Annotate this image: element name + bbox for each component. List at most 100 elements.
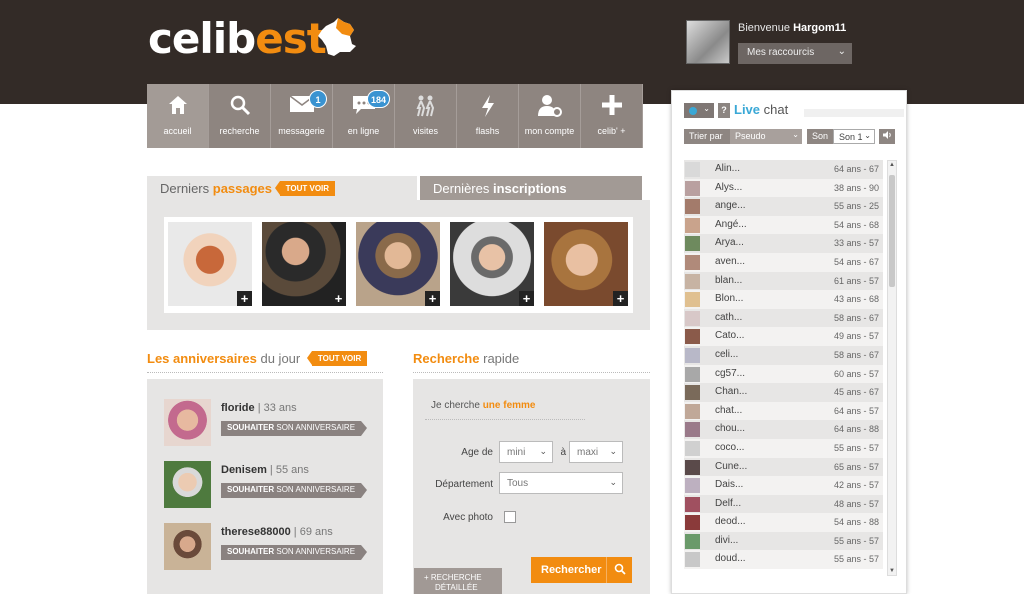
sort-by-select[interactable]: Pseudo ⌄ [730, 129, 802, 144]
avatar[interactable] [685, 403, 700, 419]
avatar[interactable] [685, 254, 700, 270]
scroll-up-icon[interactable]: ▲ [889, 162, 895, 168]
tab-dernieres-inscriptions[interactable]: Dernières inscriptions [420, 176, 642, 200]
birthday-name[interactable]: Denisem [221, 464, 267, 476]
birthday-name[interactable]: therese88000 [221, 526, 291, 538]
avatar[interactable] [685, 385, 700, 401]
avatar[interactable] [685, 180, 700, 196]
see-all-birthdays-button[interactable]: TOUT VOIR [306, 351, 368, 366]
chat-user-row[interactable]: Cune... 65 ans - 57 [684, 457, 883, 477]
avatar[interactable] [685, 422, 700, 438]
avatar[interactable] [685, 496, 700, 512]
nav-item-messagerie[interactable]: 1 messagerie [271, 84, 333, 148]
search-button[interactable]: Rechercher [531, 557, 632, 583]
chat-help-button[interactable]: ? [718, 103, 730, 118]
username[interactable]: Hargom11 [793, 22, 846, 34]
wish-birthday-button[interactable]: SOUHAITER SON ANNIVERSAIRE [221, 421, 368, 436]
profile-photo[interactable]: + [450, 222, 534, 306]
avatar[interactable] [685, 273, 700, 289]
chat-list-scrollbar[interactable]: ▲ ▼ [887, 160, 897, 576]
avatar[interactable] [164, 523, 211, 570]
add-plus-icon[interactable]: + [425, 291, 440, 306]
avatar[interactable] [685, 199, 700, 215]
nav-item-visites[interactable]: visites [395, 84, 457, 148]
chat-user-row[interactable]: doud... 55 ans - 57 [684, 550, 883, 570]
online-users-list: Alin... 64 ans - 67 Alys... 38 ans - 90 ange… [684, 160, 883, 576]
chat-user-row[interactable]: Arya... 33 ans - 57 [684, 234, 883, 253]
avatar[interactable] [685, 515, 700, 531]
chat-user-row[interactable]: coco... 55 ans - 57 [684, 438, 883, 458]
chat-user-row[interactable]: Delf... 48 ans - 57 [684, 494, 883, 514]
chat-user-row[interactable]: chou... 64 ans - 88 [684, 420, 883, 439]
department-select[interactable]: Tous ⌄ [499, 472, 623, 494]
chat-user-row[interactable]: Alys... 38 ans - 90 [684, 178, 883, 198]
see-all-passages-button[interactable]: TOUT VOIR [274, 181, 336, 196]
add-plus-icon[interactable]: + [331, 291, 346, 306]
avatar[interactable] [685, 329, 700, 345]
avatar[interactable] [685, 366, 700, 382]
chat-user-row[interactable]: cath... 58 ans - 67 [684, 308, 883, 328]
avatar[interactable] [685, 533, 700, 549]
birthday-name[interactable]: floride [221, 402, 255, 414]
chat-user-row[interactable]: Chan... 45 ans - 67 [684, 383, 883, 402]
profile-photo[interactable]: + [356, 222, 440, 306]
chat-user-row[interactable]: Dais... 42 ans - 57 [684, 476, 883, 495]
add-plus-icon[interactable]: + [519, 291, 534, 306]
avatar[interactable] [685, 236, 700, 252]
avatar[interactable] [685, 440, 700, 456]
nav-item-recherche[interactable]: recherche [209, 84, 271, 148]
nav-item-en-ligne[interactable]: 184 en ligne [333, 84, 395, 148]
user-avatar[interactable] [686, 20, 730, 64]
wish-birthday-button[interactable]: SOUHAITER SON ANNIVERSAIRE [221, 483, 368, 498]
age-max-select[interactable]: maxi ⌄ [569, 441, 623, 463]
avatar[interactable] [685, 552, 700, 568]
add-plus-icon[interactable]: + [237, 291, 252, 306]
chat-user-row[interactable]: deod... 54 ans - 88 [684, 513, 883, 532]
scrollbar-thumb[interactable] [889, 175, 895, 287]
tab-derniers-passages[interactable]: Derniers passages TOUT VOIR [147, 176, 417, 200]
chat-user-row[interactable]: Angé... 54 ans - 68 [684, 215, 883, 235]
chat-status-dropdown[interactable]: ⌄ [684, 103, 714, 118]
chat-user-row[interactable]: cg57... 60 ans - 57 [684, 364, 883, 384]
avatar[interactable] [685, 459, 700, 475]
looking-for[interactable]: Je cherche une femme [431, 400, 536, 411]
nav-item-flashs[interactable]: flashs [457, 84, 519, 148]
chat-user-row[interactable]: blan... 61 ans - 57 [684, 271, 883, 291]
chat-user-row[interactable]: ange... 55 ans - 25 [684, 197, 883, 216]
avatar[interactable] [685, 478, 700, 494]
nav-item-celib-plus[interactable]: celib' + [581, 84, 643, 148]
avatar[interactable] [685, 162, 700, 177]
with-photo-checkbox[interactable] [504, 511, 516, 523]
avatar[interactable] [164, 461, 211, 508]
add-plus-icon[interactable]: + [613, 291, 628, 306]
wish-birthday-button[interactable]: SOUHAITER SON ANNIVERSAIRE [221, 545, 368, 560]
avatar[interactable] [685, 347, 700, 363]
chat-user-row[interactable]: aven... 54 ans - 67 [684, 252, 883, 272]
avatar[interactable] [164, 399, 211, 446]
detailed-search-button[interactable]: + RECHERCHE DÉTAILLÉE [414, 568, 502, 594]
chat-user-row[interactable]: Alin... 64 ans - 67 [684, 160, 883, 179]
profile-photo[interactable]: + [262, 222, 346, 306]
profile-photo[interactable]: + [168, 222, 252, 306]
avatar[interactable] [685, 292, 700, 308]
avatar[interactable] [685, 217, 700, 233]
shortcuts-dropdown[interactable]: Mes raccourcis ⌄ [738, 43, 852, 64]
nav-label: en ligne [347, 126, 380, 136]
sound-select[interactable]: Son 1 ⌄ [833, 129, 875, 144]
celibest-logo[interactable]: celibest [148, 14, 327, 63]
nav-item-accueil[interactable]: accueil [147, 84, 209, 148]
chat-user-row[interactable]: Cato... 49 ans - 57 [684, 327, 883, 346]
sound-toggle-button[interactable] [879, 129, 895, 144]
avatar[interactable] [685, 310, 700, 326]
chat-user-row[interactable]: divi... 55 ans - 57 [684, 531, 883, 551]
live-chat-title-rest: chat [763, 102, 789, 117]
chevron-down-icon: ⌄ [864, 131, 871, 140]
profile-photo[interactable]: + [544, 222, 628, 306]
chat-user-row[interactable]: chat... 64 ans - 57 [684, 401, 883, 421]
scroll-down-icon[interactable]: ▼ [889, 568, 895, 574]
sort-by-label: Trier par [684, 129, 730, 144]
nav-item-mon-compte[interactable]: mon compte [519, 84, 581, 148]
chat-user-row[interactable]: Blon... 43 ans - 68 [684, 290, 883, 309]
age-min-select[interactable]: mini ⌄ [499, 441, 553, 463]
chat-user-row[interactable]: celi... 58 ans - 67 [684, 345, 883, 365]
